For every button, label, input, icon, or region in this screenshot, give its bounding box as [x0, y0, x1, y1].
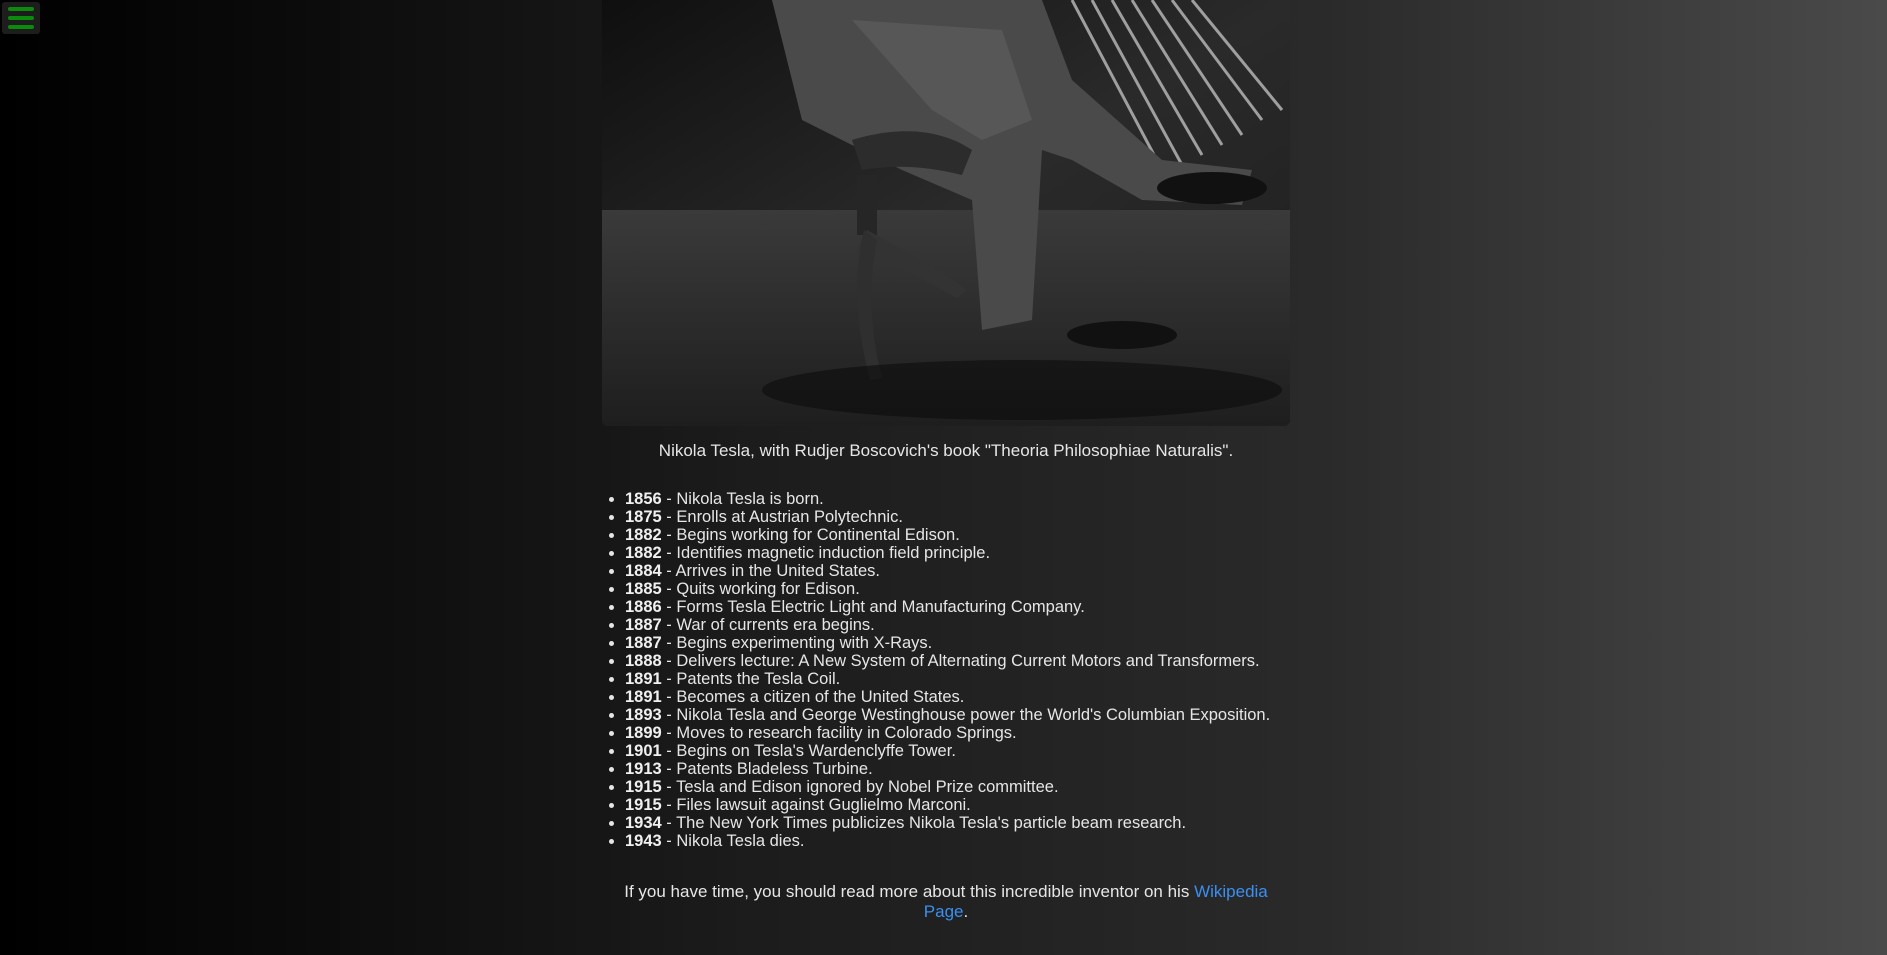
timeline-item: 1915 - Tesla and Edison ignored by Nobel… [625, 778, 1290, 796]
timeline-year: 1882 [625, 544, 662, 562]
timeline-item: 1891 - Patents the Tesla Coil. [625, 670, 1290, 688]
main-content: Nikola Tesla, with Rudjer Boscovich's bo… [602, 0, 1290, 939]
timeline-event: - Tesla and Edison ignored by Nobel Priz… [661, 778, 1059, 796]
photo-caption: Nikola Tesla, with Rudjer Boscovich's bo… [658, 441, 1234, 460]
timeline-year: 1899 [625, 724, 662, 742]
hamburger-menu-icon-bar [8, 7, 34, 11]
timeline-event: - Becomes a citizen of the United States… [661, 688, 965, 706]
timeline-event: - Patents the Tesla Coil. [661, 670, 841, 688]
timeline-item: 1899 - Moves to research facility in Col… [625, 724, 1290, 742]
timeline-year: 1915 [625, 778, 662, 796]
timeline-event: - Nikola Tesla dies. [661, 832, 805, 850]
timeline-item: 1891 - Becomes a citizen of the United S… [625, 688, 1290, 706]
timeline-year: 1886 [625, 598, 662, 616]
timeline-event: - Forms Tesla Electric Light and Manufac… [661, 598, 1085, 616]
timeline-event: - Quits working for Edison. [661, 580, 860, 598]
timeline-item: 1887 - Begins experimenting with X-Rays. [625, 634, 1290, 652]
timeline-year: 1884 [625, 562, 662, 580]
timeline-event: - Begins experimenting with X-Rays. [661, 634, 933, 652]
timeline-event: - Arrives in the United States. [661, 562, 880, 580]
timeline-year: 1875 [625, 508, 662, 526]
timeline-year: 1888 [625, 652, 662, 670]
timeline-event: - Enrolls at Austrian Polytechnic. [661, 508, 903, 526]
timeline-year: 1915 [625, 796, 662, 814]
timeline-item: 1913 - Patents Bladeless Turbine. [625, 760, 1290, 778]
hamburger-menu-icon-bar [8, 25, 34, 29]
timeline-year: 1934 [625, 814, 662, 832]
timeline-item: 1856 - Nikola Tesla is born. [625, 490, 1290, 508]
timeline-item: 1901 - Begins on Tesla's Wardenclyffe To… [625, 742, 1290, 760]
timeline-item: 1875 - Enrolls at Austrian Polytechnic. [625, 508, 1290, 526]
tesla-photo [602, 0, 1290, 426]
wikipedia-note-suffix: . [963, 902, 969, 921]
timeline-event: - War of currents era begins. [661, 616, 875, 634]
timeline-event: - Patents Bladeless Turbine. [661, 760, 873, 778]
timeline-event: - Delivers lecture: A New System of Alte… [661, 652, 1260, 670]
timeline-event: - Files lawsuit against Guglielmo Marcon… [661, 796, 971, 814]
timeline-year: 1943 [625, 832, 662, 850]
timeline-event: - Identifies magnetic induction field pr… [661, 544, 991, 562]
wikipedia-note: If you have time, you should read more a… [602, 882, 1290, 922]
timeline-item: 1887 - War of currents era begins. [625, 616, 1290, 634]
timeline-event: - Nikola Tesla is born. [661, 490, 824, 508]
tesla-timeline-list: 1856 - Nikola Tesla is born. 1875 - Enro… [602, 490, 1290, 850]
timeline-year: 1913 [625, 760, 662, 778]
timeline-year: 1856 [625, 490, 662, 508]
timeline-year: 1891 [625, 670, 662, 688]
timeline-item: 1885 - Quits working for Edison. [625, 580, 1290, 598]
timeline-year: 1887 [625, 634, 662, 652]
timeline-year: 1885 [625, 580, 662, 598]
hamburger-menu-icon-bar [8, 16, 34, 20]
timeline-year: 1901 [625, 742, 662, 760]
timeline-event: - Nikola Tesla and George Westinghouse p… [661, 706, 1271, 724]
timeline-year: 1891 [625, 688, 662, 706]
timeline-item: 1882 - Begins working for Continental Ed… [625, 526, 1290, 544]
tesla-photo-image [602, 0, 1290, 426]
timeline-year: 1887 [625, 616, 662, 634]
timeline-item: 1884 - Arrives in the United States. [625, 562, 1290, 580]
timeline-event: - Begins working for Continental Edison. [661, 526, 960, 544]
timeline-item: 1882 - Identifies magnetic induction fie… [625, 544, 1290, 562]
timeline-item: 1886 - Forms Tesla Electric Light and Ma… [625, 598, 1290, 616]
timeline-year: 1882 [625, 526, 662, 544]
wikipedia-note-prefix: If you have time, you should read more a… [624, 882, 1195, 901]
timeline-item: 1934 - The New York Times publicizes Nik… [625, 814, 1290, 832]
timeline-event: - Begins on Tesla's Wardenclyffe Tower. [661, 742, 956, 760]
hamburger-menu-button[interactable] [2, 2, 40, 34]
timeline-event: - The New York Times publicizes Nikola T… [661, 814, 1187, 832]
timeline-year: 1893 [625, 706, 662, 724]
timeline-item: 1888 - Delivers lecture: A New System of… [625, 652, 1290, 670]
timeline-event: - Moves to research facility in Colorado… [661, 724, 1017, 742]
timeline-item: 1915 - Files lawsuit against Guglielmo M… [625, 796, 1290, 814]
timeline-item: 1893 - Nikola Tesla and George Westingho… [625, 706, 1290, 724]
timeline-item: 1943 - Nikola Tesla dies. [625, 832, 1290, 850]
